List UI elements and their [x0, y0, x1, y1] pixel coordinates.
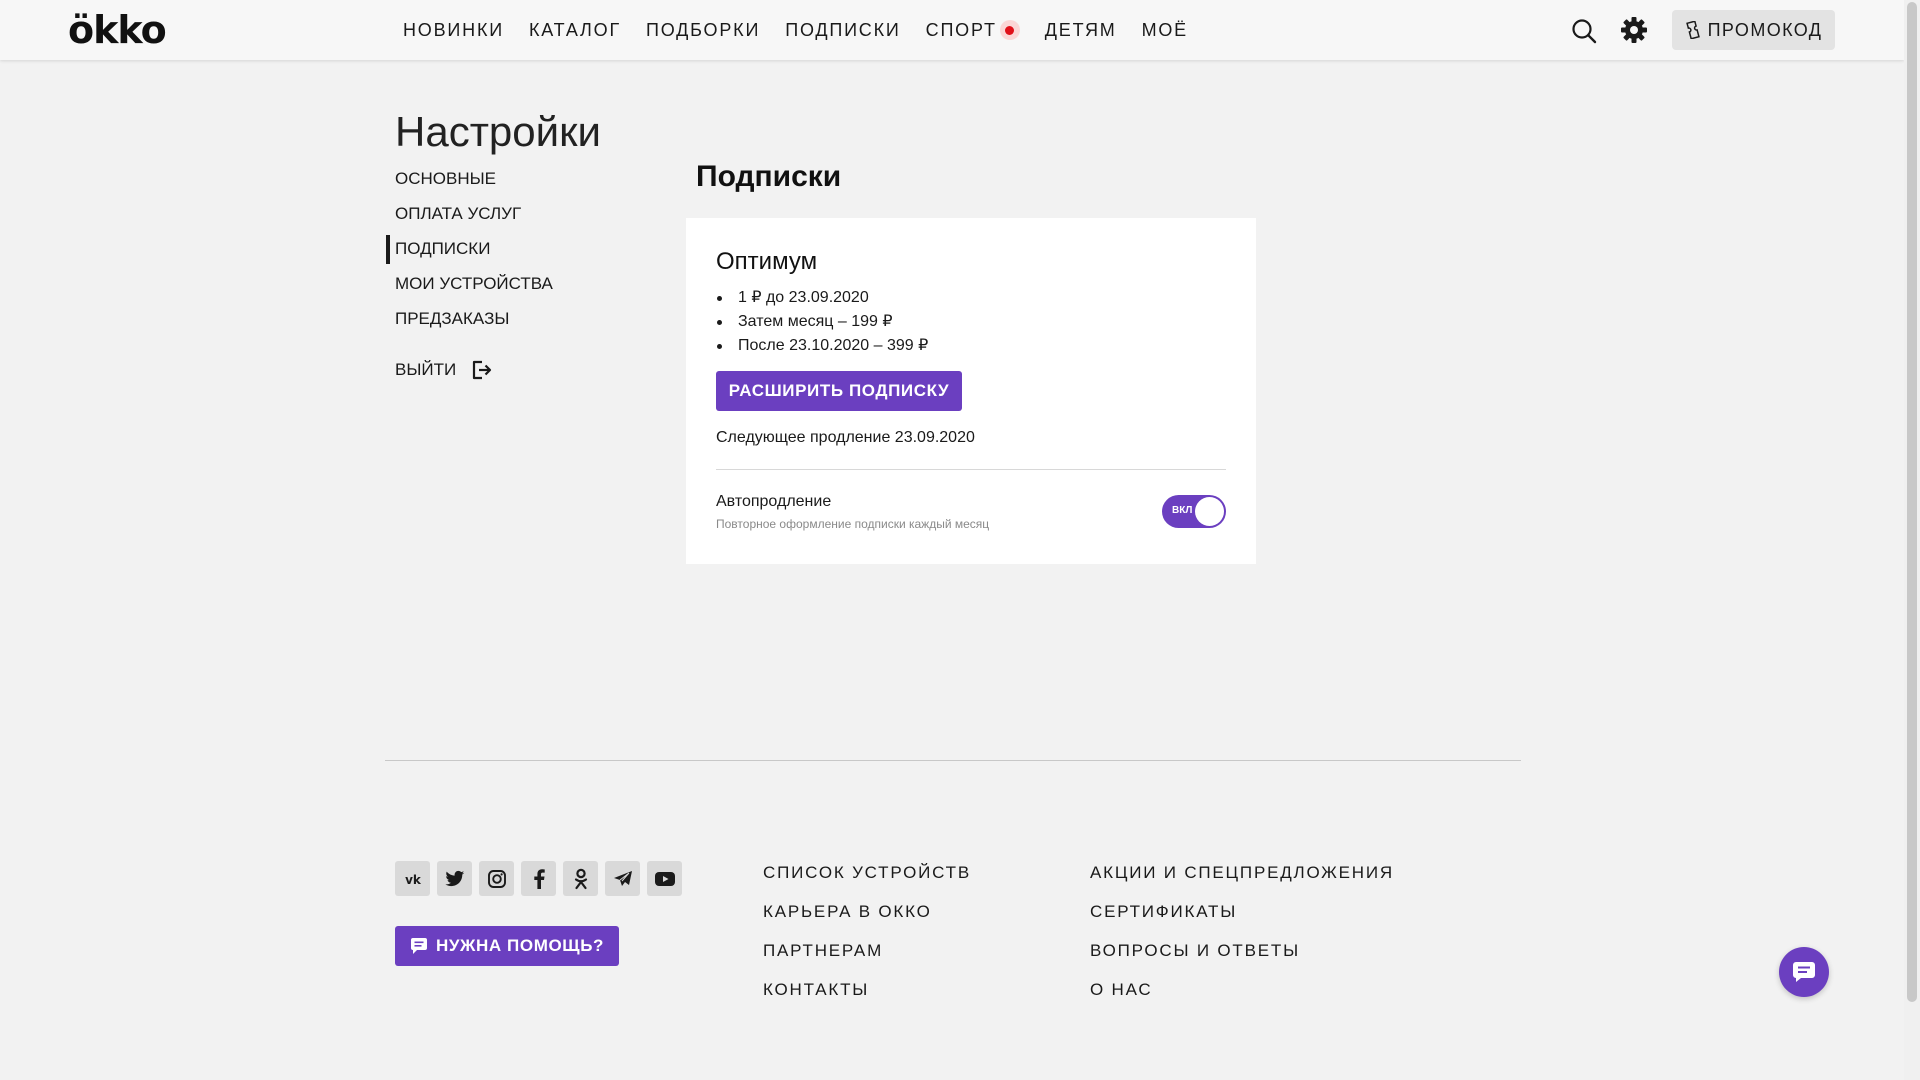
footer-link-contacts[interactable]: КОНТАКТЫ — [763, 979, 971, 1018]
settings-item-general[interactable]: ОСНОВНЫЕ — [395, 166, 553, 201]
footer-link-about[interactable]: О НАС — [1090, 979, 1394, 1018]
ticket-icon — [1685, 21, 1700, 39]
logout-label: ВЫЙТИ — [395, 360, 457, 379]
subscription-card: Оптимум 1 ₽ до 23.09.2020 Затем месяц – … — [686, 218, 1256, 564]
card-divider — [716, 469, 1226, 470]
footer-link-promotions[interactable]: АКЦИИ И СПЕЦПРЕДЛОЖЕНИЯ — [1090, 862, 1394, 901]
instagram-icon[interactable] — [479, 861, 514, 896]
chat-bubble-icon — [1793, 962, 1815, 982]
need-help-label: НУЖНА ПОМОЩЬ? — [435, 936, 605, 955]
section-title: Подписки — [696, 160, 842, 193]
okko-logo[interactable]: ökko — [68, 8, 167, 52]
footer-link-partners[interactable]: ПАРТНЕРАМ — [763, 940, 971, 979]
main-nav: НОВИНКИ КАТАЛОГ ПОДБОРКИ ПОДПИСКИ СПОРТ … — [403, 0, 1213, 60]
settings-item-preorders[interactable]: ПРЕДЗАКАЗЫ — [395, 306, 553, 341]
chat-icon — [410, 938, 427, 954]
upgrade-subscription-button[interactable]: РАСШИРИТЬ ПОДПИСКУ — [716, 371, 962, 411]
plan-term: Затем месяц – 199 ₽ — [716, 310, 928, 334]
chat-support-button[interactable] — [1779, 947, 1829, 997]
page-scrollbar[interactable] — [1904, 0, 1920, 1080]
youtube-icon[interactable] — [647, 861, 682, 896]
plan-term: После 23.10.2020 – 399 ₽ — [716, 334, 928, 358]
settings-item-subscriptions[interactable]: ПОДПИСКИ — [386, 235, 553, 271]
autorenew-label: Автопродление — [716, 493, 832, 510]
logout-button[interactable]: ВЫЙТИ — [395, 359, 492, 381]
scrollbar-thumb[interactable] — [1907, 2, 1917, 1002]
nav-kids[interactable]: ДЕТЯМ — [1045, 20, 1117, 41]
nav-subscriptions[interactable]: ПОДПИСКИ — [785, 20, 900, 41]
plan-name: Оптимум — [716, 248, 818, 275]
settings-menu: ОСНОВНЫЕ ОПЛАТА УСЛУГ ПОДПИСКИ МОИ УСТРО… — [386, 166, 553, 341]
footer-divider — [385, 760, 1521, 761]
plan-term: 1 ₽ до 23.09.2020 — [716, 286, 928, 310]
telegram-icon[interactable] — [605, 861, 640, 896]
nav-collections[interactable]: ПОДБОРКИ — [646, 20, 760, 41]
vk-icon[interactable]: vk — [395, 861, 430, 896]
twitter-icon[interactable] — [437, 861, 472, 896]
social-links: vk — [395, 861, 689, 896]
next-renewal-text: Следующее продление 23.09.2020 — [716, 429, 975, 446]
footer-link-career[interactable]: КАРЬЕРА В ОККО — [763, 901, 971, 940]
settings-item-devices[interactable]: МОИ УСТРОЙСТВА — [395, 271, 553, 306]
nav-label: КАТАЛОГ — [528, 19, 622, 40]
facebook-icon[interactable] — [521, 861, 556, 896]
nav-label: МОЁ — [1141, 19, 1188, 40]
toggle-knob — [1195, 497, 1224, 526]
nav-catalog[interactable]: КАТАЛОГ — [529, 20, 621, 41]
footer-link-faq[interactable]: ВОПРОСЫ И ОТВЕТЫ — [1090, 940, 1394, 979]
toggle-state-label: ВКЛ — [1172, 505, 1193, 516]
settings-item-payment[interactable]: ОПЛАТА УСЛУГ — [395, 201, 553, 236]
gear-icon[interactable] — [1620, 16, 1648, 44]
odnoklassniki-icon[interactable] — [563, 861, 598, 896]
search-icon[interactable] — [1571, 18, 1597, 44]
nav-sport[interactable]: СПОРТ — [926, 20, 1020, 41]
footer-links-col-1: СПИСОК УСТРОЙСТВ КАРЬЕРА В ОККО ПАРТНЕРА… — [763, 862, 971, 1018]
autorenew-toggle[interactable]: ВКЛ — [1162, 495, 1226, 528]
svg-text:vk: vk — [405, 873, 422, 886]
nav-label: ПОДБОРКИ — [646, 19, 761, 40]
footer-link-devices[interactable]: СПИСОК УСТРОЙСТВ — [763, 862, 971, 901]
nav-label: ДЕТЯМ — [1044, 19, 1117, 40]
need-help-button[interactable]: НУЖНА ПОМОЩЬ? — [395, 926, 619, 966]
nav-my[interactable]: МОЁ — [1142, 20, 1188, 41]
live-indicator-icon — [999, 20, 1020, 40]
plan-terms: 1 ₽ до 23.09.2020 Затем месяц – 199 ₽ По… — [716, 286, 928, 358]
nav-label: СПОРТ — [925, 19, 997, 40]
nav-label: НОВИНКИ — [403, 19, 504, 40]
footer-link-certificates[interactable]: СЕРТИФИКАТЫ — [1090, 901, 1394, 940]
logout-icon — [473, 360, 492, 380]
top-header: ökko НОВИНКИ КАТАЛОГ ПОДБОРКИ ПОДПИСКИ С… — [0, 0, 1904, 60]
autorenew-description: Повторное оформление подписки каждый мес… — [716, 517, 990, 531]
footer-links-col-2: АКЦИИ И СПЕЦПРЕДЛОЖЕНИЯ СЕРТИФИКАТЫ ВОПР… — [1090, 862, 1394, 1018]
page-title: Настройки — [395, 108, 601, 155]
nav-new[interactable]: НОВИНКИ — [403, 20, 504, 41]
nav-label: ПОДПИСКИ — [785, 19, 901, 40]
promocode-label: ПРОМОКОД — [1707, 19, 1823, 40]
promocode-button[interactable]: ПРОМОКОД — [1672, 10, 1835, 50]
